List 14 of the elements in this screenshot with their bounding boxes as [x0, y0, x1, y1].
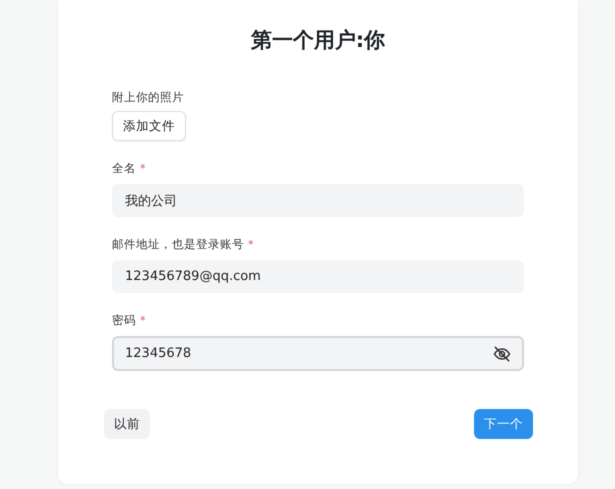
field-label: 全名 [112, 161, 136, 176]
required-mark: * [140, 314, 146, 327]
required-mark: * [248, 238, 254, 251]
eye-off-icon[interactable] [492, 344, 512, 364]
required-mark: * [140, 162, 146, 175]
field-label: 密码 [112, 313, 136, 328]
add-file-button[interactable]: 添加文件 [112, 111, 186, 141]
input-field[interactable]: 我的公司 [112, 184, 524, 217]
field-label: 附上你的照片 [112, 90, 185, 105]
form-title: 第一个用户:你 [250, 27, 386, 54]
field-label: 邮件地址，也是登录账号 [112, 237, 244, 252]
back-button[interactable]: 以前 [104, 409, 150, 439]
input-field[interactable]: 123456789@qq.com [112, 260, 524, 293]
password-field[interactable]: 12345678 [112, 336, 524, 371]
